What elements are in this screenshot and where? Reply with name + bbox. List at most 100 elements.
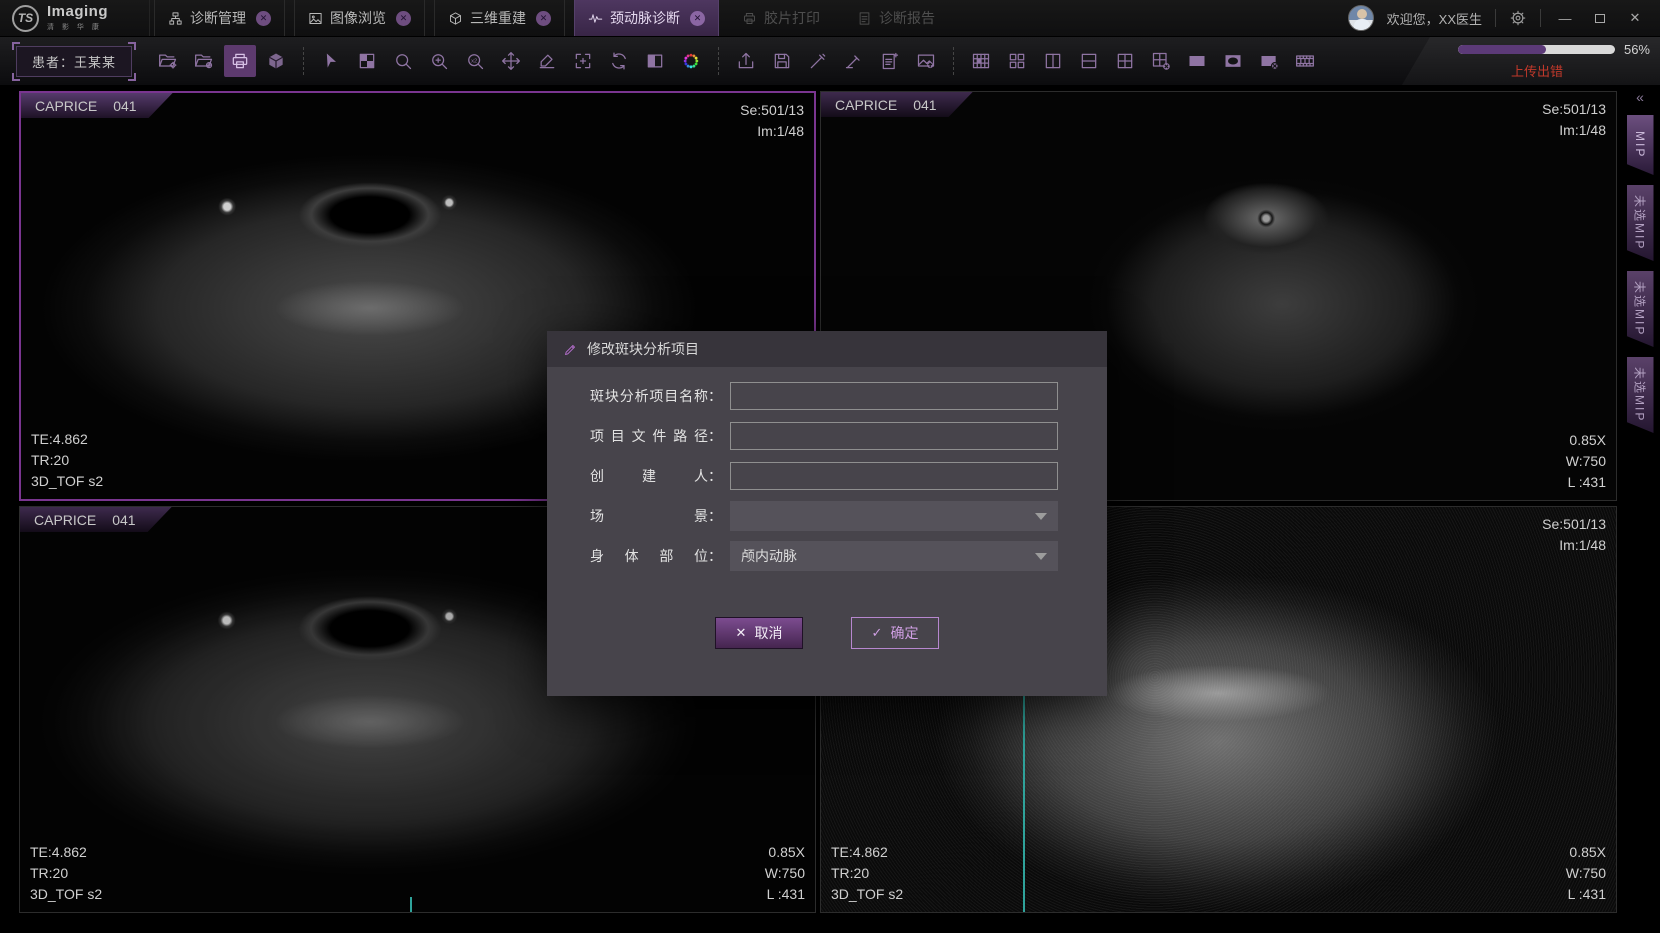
image-upload-button[interactable] <box>910 45 942 77</box>
maximize-button[interactable] <box>1589 11 1611 26</box>
cursor-button[interactable] <box>315 45 347 77</box>
mip-tab-1[interactable]: MIP <box>1627 115 1654 175</box>
plaque-project-name-input[interactable] <box>730 382 1058 410</box>
series-info-overlay: Se:501/13 Im:1/48 <box>1542 514 1606 556</box>
field-label-colon: ： <box>708 386 722 406</box>
creator-input[interactable] <box>730 462 1058 490</box>
te-text: TE:4.862 <box>30 842 102 863</box>
probe-angle-button[interactable] <box>838 45 870 77</box>
field-row-body-part: 身体部位：颅内动脉 <box>547 541 1107 571</box>
titlebar: TS Imaging 清 影 华 康 诊断管理✕图像浏览✕三维重建✕颈动脉诊断✕… <box>0 0 1660 37</box>
crop-button[interactable] <box>567 45 599 77</box>
scene-select[interactable] <box>730 501 1058 531</box>
app-logo: TS Imaging 清 影 华 康 <box>0 0 150 36</box>
tab-3d-reconstruction[interactable]: 三维重建✕ <box>434 0 565 36</box>
close-tab-icon[interactable]: ✕ <box>256 11 271 26</box>
volume-3d-button[interactable] <box>260 45 292 77</box>
tr-text: TR:20 <box>831 863 903 884</box>
zoom-x2-button[interactable]: x2 <box>459 45 491 77</box>
mip-tab-3[interactable]: 未选MIP <box>1627 271 1654 347</box>
series-tab[interactable]: CAPRICE 041 <box>21 93 173 118</box>
mip-tab-2[interactable]: 未选MIP <box>1627 185 1654 261</box>
report-add-button[interactable] <box>874 45 906 77</box>
rect-solid-button[interactable] <box>1181 45 1213 77</box>
export-up-icon <box>736 51 756 71</box>
folder-config-button[interactable] <box>152 45 184 77</box>
rect-close-solid-button[interactable] <box>1253 45 1285 77</box>
search-button[interactable] <box>387 45 419 77</box>
image-frame-icon <box>308 11 323 26</box>
divider <box>1495 9 1496 27</box>
confirm-button[interactable]: ✓ 确定 <box>851 617 939 649</box>
field-row-project-file-path: 项目文件路径： <box>547 421 1107 451</box>
zoom-text: 0.85X <box>1566 430 1606 451</box>
filmstrip-button[interactable] <box>1289 45 1321 77</box>
series-tab[interactable]: CAPRICE 041 <box>20 507 172 532</box>
layout-2x2-button[interactable] <box>1109 45 1141 77</box>
tab-film-print: 胶片打印 <box>728 0 834 36</box>
reference-line <box>410 897 412 912</box>
tab-label: 诊断管理 <box>190 8 246 28</box>
close-icon: ✕ <box>736 625 747 641</box>
close-tab-icon[interactable]: ✕ <box>690 11 705 26</box>
filmstrip-icon <box>1295 51 1315 71</box>
project-file-path-input[interactable] <box>730 422 1058 450</box>
dialog-header: 修改斑块分析项目 <box>547 331 1107 367</box>
layout-quad-button[interactable] <box>1001 45 1033 77</box>
print-button[interactable] <box>224 45 256 77</box>
close-tab-icon[interactable]: ✕ <box>396 11 411 26</box>
cursor-icon <box>321 51 341 71</box>
report-add-icon <box>880 51 900 71</box>
field-label: 项目文件路径： <box>547 426 722 446</box>
settings-gear-icon[interactable] <box>1509 9 1527 27</box>
contrast-icon <box>645 51 665 71</box>
scan-params-overlay: TE:4.862 TR:20 3D_TOF s2 <box>831 842 903 905</box>
export-up-button[interactable] <box>730 45 762 77</box>
zoom-in-icon <box>429 51 449 71</box>
tool-groups: x2 <box>150 45 1323 77</box>
zoom-in-button[interactable] <box>423 45 455 77</box>
folder-add-button[interactable] <box>188 45 220 77</box>
series-tab[interactable]: CAPRICE 041 <box>821 92 973 117</box>
body-part-select[interactable]: 颅内动脉 <box>730 541 1058 571</box>
tab-carotid-diagnosis[interactable]: 颈动脉诊断✕ <box>574 0 719 36</box>
collapse-chevron-icon[interactable]: « <box>1636 89 1644 105</box>
close-tab-icon[interactable]: ✕ <box>536 11 551 26</box>
close-window-button[interactable]: ✕ <box>1624 10 1646 26</box>
zoom-text: 0.85X <box>765 842 805 863</box>
series-title: CAPRICE <box>835 97 897 113</box>
rotate-button[interactable] <box>603 45 635 77</box>
tr-text: TR:20 <box>31 450 103 471</box>
pan-button[interactable] <box>495 45 527 77</box>
tab-diagnosis-management[interactable]: 诊断管理 ✕ <box>154 0 285 36</box>
save-button[interactable] <box>766 45 798 77</box>
mip-tab-4[interactable]: 未选MIP <box>1627 357 1654 433</box>
probe-line-button[interactable] <box>802 45 834 77</box>
grid-dense-button[interactable] <box>965 45 997 77</box>
cancel-button[interactable]: ✕ 取消 <box>715 617 803 649</box>
toolbar-divider <box>718 47 719 75</box>
minimize-button[interactable]: — <box>1554 11 1576 26</box>
folder-add-icon <box>194 51 214 71</box>
contrast-button[interactable] <box>639 45 671 77</box>
layout-2col-button[interactable] <box>1037 45 1069 77</box>
layout-close-button[interactable] <box>1145 45 1177 77</box>
annotate-button[interactable] <box>531 45 563 77</box>
field-label: 场景： <box>547 506 722 526</box>
series-number: 041 <box>913 97 936 113</box>
field-row-scene: 场景： <box>547 501 1107 531</box>
color-wheel-button[interactable] <box>675 45 707 77</box>
layout-2row-button[interactable] <box>1073 45 1105 77</box>
series-text: Se:501/13 <box>740 100 804 121</box>
tab-image-browse[interactable]: 图像浏览✕ <box>294 0 425 36</box>
image-text: Im:1/48 <box>1542 120 1606 141</box>
svg-text:x2: x2 <box>471 58 477 64</box>
tr-text: TR:20 <box>30 863 102 884</box>
window-level-overlay: 0.85X W:750 L :431 <box>1566 430 1606 493</box>
toolbar-divider <box>303 47 304 75</box>
window-level-overlay: 0.85X W:750 L :431 <box>765 842 805 905</box>
edit-plaque-project-dialog: 修改斑块分析项目 斑块分析项目名称：项目文件路径：创建人：场景：身体部位：颅内动… <box>547 331 1107 696</box>
ellipse-solid-button[interactable] <box>1217 45 1249 77</box>
sequence-text: 3D_TOF s2 <box>30 884 102 905</box>
checkerboard-button[interactable] <box>351 45 383 77</box>
